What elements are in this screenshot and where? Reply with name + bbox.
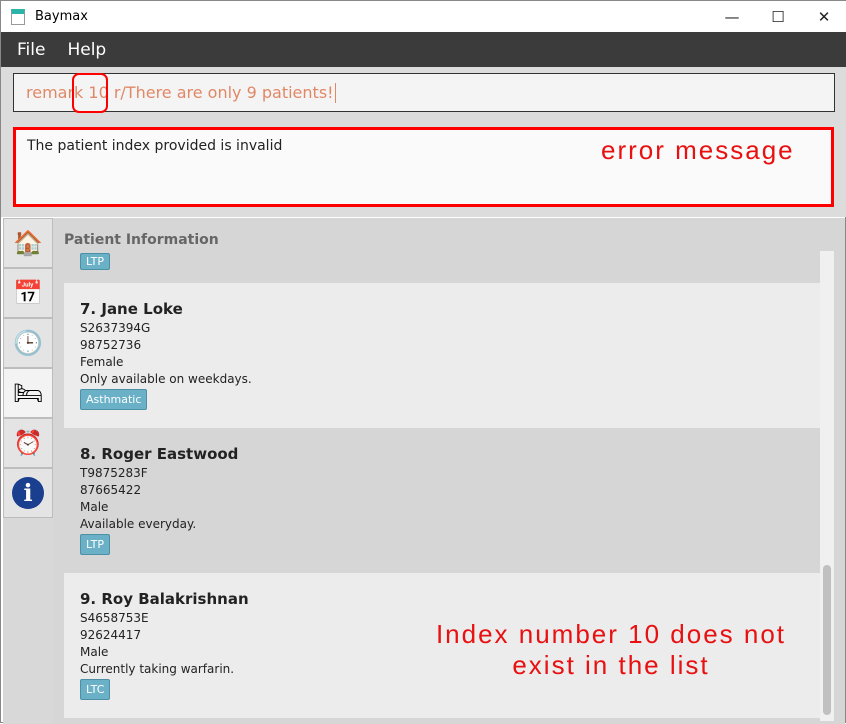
- tag: LTP: [80, 253, 110, 270]
- patient-gender: Male: [80, 500, 109, 514]
- scrollbar[interactable]: [820, 251, 834, 721]
- clock-24h-icon: 🕒: [13, 329, 43, 357]
- patient-nric: T9875283F: [80, 466, 148, 480]
- menu-bar: File Help: [1, 32, 846, 67]
- patient-card[interactable]: 7. Jane Loke S2637394G 98752736 Female Only …: [64, 283, 820, 428]
- annotation-error: error message: [601, 135, 795, 165]
- patient-name: 8. Roger Eastwood: [80, 445, 239, 463]
- previous-card-tag: LTP: [80, 250, 110, 270]
- patient-phone: 87665422: [80, 483, 142, 497]
- sidebar-tab-2[interactable]: 🕒: [3, 318, 53, 368]
- menu-file[interactable]: File: [17, 40, 45, 60]
- close-button[interactable]: ✕: [801, 1, 846, 32]
- patient-name: 9. Roy Balakrishnan: [80, 590, 249, 608]
- minimize-button[interactable]: —: [709, 1, 755, 32]
- patient-tag: LTP: [80, 534, 110, 555]
- scrollbar-thumb[interactable]: [823, 565, 831, 715]
- sidebar-tab-0[interactable]: 🏠: [3, 218, 53, 268]
- patient-remark: Only available on weekdays.: [80, 372, 252, 386]
- info-icon: ℹ: [12, 477, 44, 509]
- patient-icon: 🛏: [12, 379, 44, 407]
- annotation-index: Index number 10 does not exist in the li…: [435, 619, 787, 680]
- patient-card[interactable]: 8. Roger Eastwood T9875283F 87665422 Male Av…: [64, 428, 820, 573]
- patient-tag: Asthmatic: [80, 389, 148, 410]
- patient-nric: S2637394G: [80, 321, 151, 335]
- calendar-icon: 📅: [13, 279, 43, 307]
- patient-remark: Available everyday.: [80, 517, 197, 531]
- patient-tag: LTC: [80, 679, 111, 700]
- result-text: The patient index provided is invalid: [27, 138, 283, 154]
- window-title: Baymax: [35, 9, 88, 24]
- sidebar: 🏠 📅 🕒 🛏 ⏰ ℹ: [3, 218, 53, 724]
- maximize-button[interactable]: ☐: [755, 1, 801, 32]
- sidebar-tab-4[interactable]: ⏰: [3, 418, 53, 468]
- sidebar-tab-1[interactable]: 📅: [3, 268, 53, 318]
- patient-gender: Female: [80, 355, 124, 369]
- command-input[interactable]: remark 10 r/There are only 9 patients!: [13, 73, 835, 112]
- appointment-icon: ⏰: [13, 429, 43, 457]
- sidebar-tab-3[interactable]: 🛏: [3, 368, 53, 418]
- patient-name: 7. Jane Loke: [80, 300, 183, 318]
- panel-title: Patient Information: [64, 232, 219, 248]
- title-bar: Baymax — ☐ ✕: [1, 1, 846, 32]
- highlight-box: [72, 73, 108, 113]
- text-caret: [334, 82, 336, 103]
- sidebar-tab-5[interactable]: ℹ: [3, 468, 53, 518]
- patient-phone: 98752736: [80, 338, 142, 352]
- app-icon: [11, 8, 25, 25]
- home-icon: 🏠: [13, 229, 43, 257]
- menu-help[interactable]: Help: [67, 40, 106, 60]
